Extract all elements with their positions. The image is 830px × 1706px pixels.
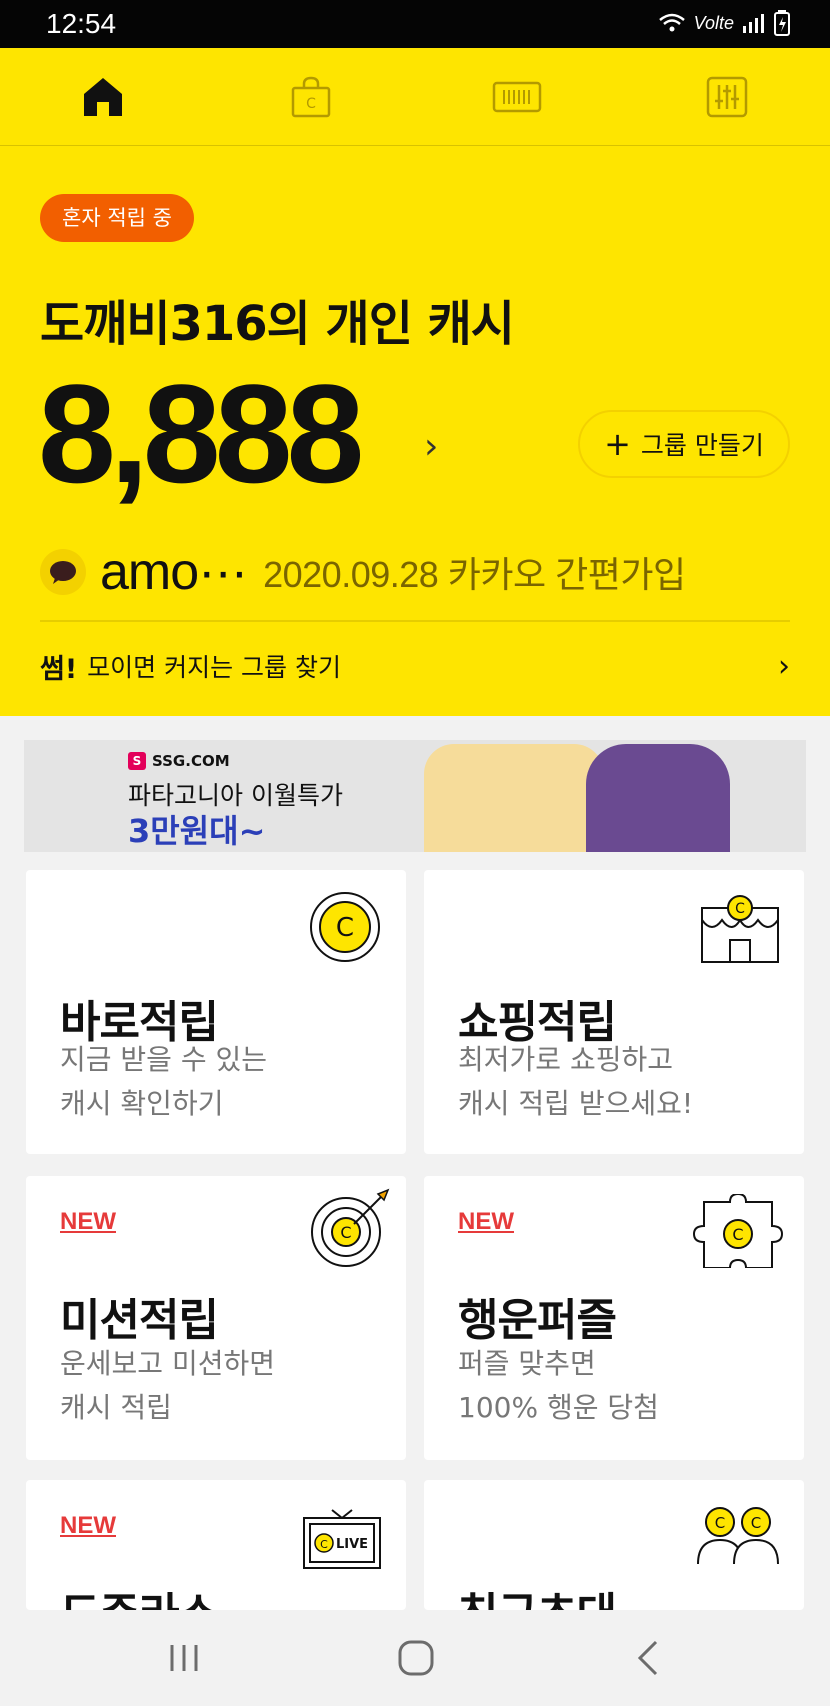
tv-live-icon: C LIVE — [303, 1509, 381, 1569]
coin-icon: C — [310, 892, 380, 962]
card-desc-line2: 100% 행운 당첨 — [458, 1391, 659, 1424]
create-group-label: 그룹 만들기 — [640, 431, 764, 460]
ssum-label: 썸! — [40, 653, 78, 685]
create-group-button[interactable]: + 그룹 만들기 — [578, 410, 790, 478]
system-nav-bar — [0, 1610, 830, 1706]
settings-sliders-icon — [706, 76, 748, 118]
svg-text:C: C — [735, 901, 745, 917]
wifi-icon — [658, 13, 685, 32]
chevron-right-icon: › — [778, 648, 790, 684]
find-group-link[interactable]: 썸! 모이면 커지는 그룹 찾기 › — [40, 642, 790, 690]
puzzle-icon: C — [692, 1194, 784, 1268]
card-instant-cash[interactable]: C 바로적립 지금 받을 수 있는 캐시 확인하기 — [26, 870, 406, 1154]
status-bar: 12:54 Volte — [0, 0, 830, 48]
settings-tab[interactable] — [700, 70, 754, 124]
shirt-image — [424, 744, 604, 852]
svg-text:LIVE: LIVE — [336, 1537, 368, 1552]
card-desc-line2: 캐시 적립 받으세요! — [458, 1087, 694, 1120]
card-title: 행운퍼즐 — [458, 1295, 617, 1346]
top-tab-bar: C — [0, 48, 830, 146]
card-desc-line2: 캐시 적립 — [60, 1391, 172, 1424]
store-icon: C — [701, 895, 779, 963]
card-invite-friends[interactable]: CC 친구초대 — [424, 1480, 804, 1610]
new-badge: NEW — [458, 1208, 514, 1235]
user-name: amo··· — [100, 543, 248, 601]
status-icons: Volte — [658, 10, 790, 36]
home-tab[interactable] — [76, 70, 130, 124]
ad-banner[interactable]: S SSG.COM 파타고니아 이월특가 3만원대~ — [24, 740, 806, 852]
svg-text:C: C — [320, 1538, 328, 1551]
shop-tab[interactable]: C — [284, 70, 338, 124]
home-button-icon[interactable] — [394, 1636, 438, 1680]
signal-icon — [743, 14, 764, 33]
new-badge: NEW — [60, 1208, 116, 1235]
target-icon: C — [311, 1188, 390, 1267]
user-info: amo··· 2020.09.28 카카오 간편가입 — [40, 542, 686, 602]
svg-text:C: C — [732, 1225, 743, 1244]
card-desc-line1: 최저가로 쇼핑하고 — [458, 1043, 673, 1076]
page-title: 도깨비316의 개인 캐시 — [40, 296, 515, 352]
card-title: 도주라쇼 — [60, 1578, 219, 1610]
barcode-icon — [492, 81, 542, 113]
divider — [40, 620, 790, 622]
svg-text:C: C — [306, 96, 316, 112]
new-badge: NEW — [60, 1512, 116, 1539]
battery-icon — [774, 10, 790, 36]
card-live-show[interactable]: NEW C LIVE 도주라쇼 — [26, 1480, 406, 1610]
ssg-logo: S SSG.COM — [128, 752, 230, 770]
jacket-image — [586, 744, 730, 852]
ssg-logo-icon: S — [128, 752, 146, 770]
svg-text:C: C — [336, 913, 354, 943]
chevron-right-icon[interactable]: › — [424, 426, 438, 467]
card-desc-line1: 퍼즐 맞추면 — [458, 1347, 596, 1380]
svg-text:C: C — [715, 1514, 725, 1532]
home-icon — [84, 78, 122, 116]
card-shopping-cash[interactable]: C 쇼핑적립 최저가로 쇼핑하고 캐시 적립 받으세요! — [424, 870, 804, 1154]
barcode-tab[interactable] — [490, 70, 544, 124]
status-time: 12:54 — [46, 8, 117, 39]
status-badge: 혼자 적립 중 — [40, 194, 194, 242]
card-title: 친구초대 — [458, 1578, 617, 1610]
card-desc-line2: 캐시 확인하기 — [60, 1087, 224, 1120]
shopping-bag-icon: C — [291, 76, 331, 118]
svg-text:C: C — [340, 1223, 351, 1242]
cash-amount[interactable]: 8,888 — [38, 364, 364, 504]
cash-header: C 혼자 적립 중 도깨비316의 개인 캐시 8,888 › + 그룹 만들기… — [0, 48, 830, 716]
friends-icon: CC — [697, 1507, 779, 1565]
card-title: 미션적립 — [60, 1295, 219, 1346]
plus-icon: + — [604, 425, 631, 463]
back-icon[interactable] — [626, 1636, 670, 1680]
join-info: 2020.09.28 카카오 간편가입 — [263, 554, 686, 595]
card-mission-cash[interactable]: NEW C 미션적립 운세보고 미션하면 캐시 적립 — [26, 1176, 406, 1460]
banner-price: 3만원대~ — [128, 812, 266, 850]
banner-brand: SSG.COM — [152, 752, 230, 770]
find-group-label: 모이면 커지는 그룹 찾기 — [87, 653, 341, 682]
recent-apps-icon[interactable] — [162, 1636, 206, 1680]
kakaotalk-icon — [40, 549, 86, 595]
card-lucky-puzzle[interactable]: NEW C 행운퍼즐 퍼즐 맞추면 100% 행운 당첨 — [424, 1176, 804, 1460]
card-desc-line1: 운세보고 미션하면 — [60, 1347, 275, 1380]
svg-text:C: C — [751, 1514, 761, 1532]
network-label: Volte — [693, 12, 734, 33]
card-desc-line1: 지금 받을 수 있는 — [60, 1043, 268, 1076]
